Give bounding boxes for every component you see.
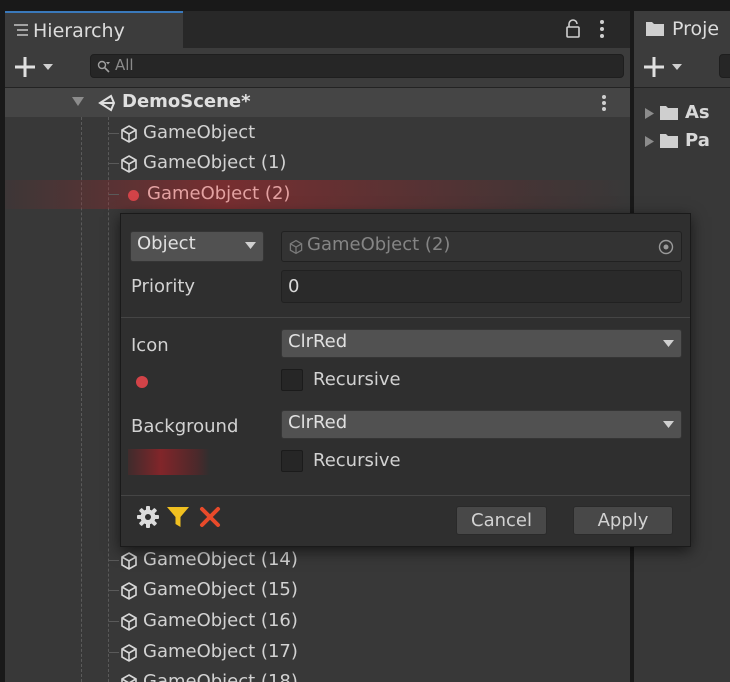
search-placeholder: All: [115, 56, 134, 74]
project-toolbar: [634, 48, 730, 88]
row-label: GameObject: [143, 122, 256, 143]
red-circle-icon: [128, 190, 139, 201]
row-label: GameObject (15): [143, 579, 298, 600]
icon-recursive-checkbox[interactable]: [281, 369, 303, 391]
mode-dropdown-label: Object: [137, 233, 196, 254]
gear-icon[interactable]: [137, 506, 159, 528]
icon-dropdown-value: ClrRed: [288, 331, 348, 352]
target-icon[interactable]: [658, 239, 674, 255]
icon-label: Icon: [131, 335, 169, 356]
priority-label: Priority: [131, 276, 196, 297]
project-folder-row[interactable]: As: [634, 100, 730, 126]
tab-project[interactable]: Proje: [634, 11, 730, 48]
tree-branch: [109, 652, 119, 653]
hierarchy-search-input[interactable]: All: [90, 54, 624, 78]
row-label: GameObject (16): [143, 610, 298, 631]
hierarchy-row[interactable]: GameObject (14): [5, 546, 630, 575]
cube-icon: [119, 551, 139, 571]
kebab-menu-icon[interactable]: [601, 94, 607, 112]
icon-recursive-label: Recursive: [313, 369, 401, 390]
tree-branch: [109, 194, 119, 195]
folder-icon: [660, 133, 678, 148]
background-recursive-label: Recursive: [313, 450, 401, 471]
hierarchy-row-selected[interactable]: GameObject (2): [5, 180, 630, 209]
cube-icon: [288, 239, 304, 255]
tab-hierarchy[interactable]: Hierarchy: [5, 11, 183, 48]
tree-branch: [109, 133, 119, 134]
hierarchy-row[interactable]: GameObject (16): [5, 607, 630, 636]
divider: [121, 317, 690, 318]
object-field[interactable]: GameObject (2): [281, 231, 682, 262]
cancel-button[interactable]: Cancel: [456, 506, 547, 535]
project-add-button[interactable]: [644, 55, 692, 79]
hierarchy-tab-label: Hierarchy: [33, 20, 125, 42]
row-label: GameObject (18): [143, 671, 298, 682]
background-color-preview: [128, 449, 210, 475]
apply-button[interactable]: Apply: [573, 506, 673, 535]
tree-branch: [109, 590, 119, 591]
mode-dropdown[interactable]: Object: [130, 231, 264, 262]
background-dropdown[interactable]: ClrRed: [281, 410, 682, 439]
foldout-arrow-icon[interactable]: [645, 136, 654, 147]
lock-icon[interactable]: [565, 19, 581, 39]
icon-dropdown[interactable]: ClrRed: [281, 329, 682, 358]
hierarchy-row[interactable]: GameObject: [5, 119, 630, 148]
hierarchy-row[interactable]: GameObject (17): [5, 638, 630, 667]
chevron-down-icon: [663, 421, 674, 428]
scene-name: DemoScene*: [122, 91, 251, 112]
plus-icon: [644, 57, 682, 77]
folder-icon: [660, 105, 678, 120]
cube-icon: [119, 643, 139, 663]
unity-scene-icon: [97, 93, 117, 113]
object-field-value: GameObject (2): [307, 234, 451, 255]
cube-icon: [119, 154, 139, 174]
folder-label: Pa: [685, 130, 710, 151]
add-object-button[interactable]: [15, 55, 63, 79]
plus-icon: [15, 57, 53, 77]
tree-branch: [109, 163, 119, 164]
folder-label: As: [685, 102, 710, 123]
chevron-down-icon: [663, 340, 674, 347]
row-label: GameObject (14): [143, 549, 298, 570]
cube-icon: [119, 581, 139, 601]
foldout-arrow-icon[interactable]: [645, 108, 654, 119]
hierarchy-toolbar: All: [5, 48, 630, 88]
project-tab-label: Proje: [672, 18, 720, 40]
background-recursive-checkbox[interactable]: [281, 450, 303, 472]
foldout-arrow-icon[interactable]: [72, 97, 84, 107]
tree-branch: [109, 560, 119, 561]
tree-branch: [109, 621, 119, 622]
funnel-icon[interactable]: [167, 506, 189, 528]
cube-icon: [119, 673, 139, 682]
kebab-menu-icon[interactable]: [599, 19, 605, 39]
style-popup: Object GameObject (2) Priority 0 Icon Cl…: [120, 213, 691, 547]
list-icon: [13, 22, 29, 38]
hierarchy-row[interactable]: GameObject (18): [5, 668, 630, 682]
close-icon[interactable]: [199, 506, 221, 528]
priority-value: 0: [288, 276, 300, 297]
project-search-input[interactable]: [719, 54, 730, 78]
background-label: Background: [131, 416, 239, 437]
project-tab-bar: Proje: [634, 11, 730, 48]
scene-row[interactable]: DemoScene*: [5, 88, 630, 117]
folder-icon: [646, 21, 664, 36]
cube-icon: [119, 612, 139, 632]
project-folder-row[interactable]: Pa: [634, 128, 730, 154]
row-label: GameObject (17): [143, 641, 298, 662]
row-label: GameObject (1): [143, 152, 287, 173]
hierarchy-row[interactable]: GameObject (1): [5, 149, 630, 178]
hierarchy-tab-bar: Hierarchy: [5, 11, 630, 48]
search-icon: [97, 60, 111, 74]
priority-input[interactable]: 0: [281, 270, 682, 303]
row-label: GameObject (2): [147, 183, 291, 204]
background-dropdown-value: ClrRed: [288, 412, 348, 433]
chevron-down-icon: [245, 242, 256, 249]
cube-icon: [119, 124, 139, 144]
red-circle-icon: [136, 376, 148, 388]
hierarchy-row[interactable]: GameObject (15): [5, 576, 630, 605]
divider: [121, 495, 690, 496]
